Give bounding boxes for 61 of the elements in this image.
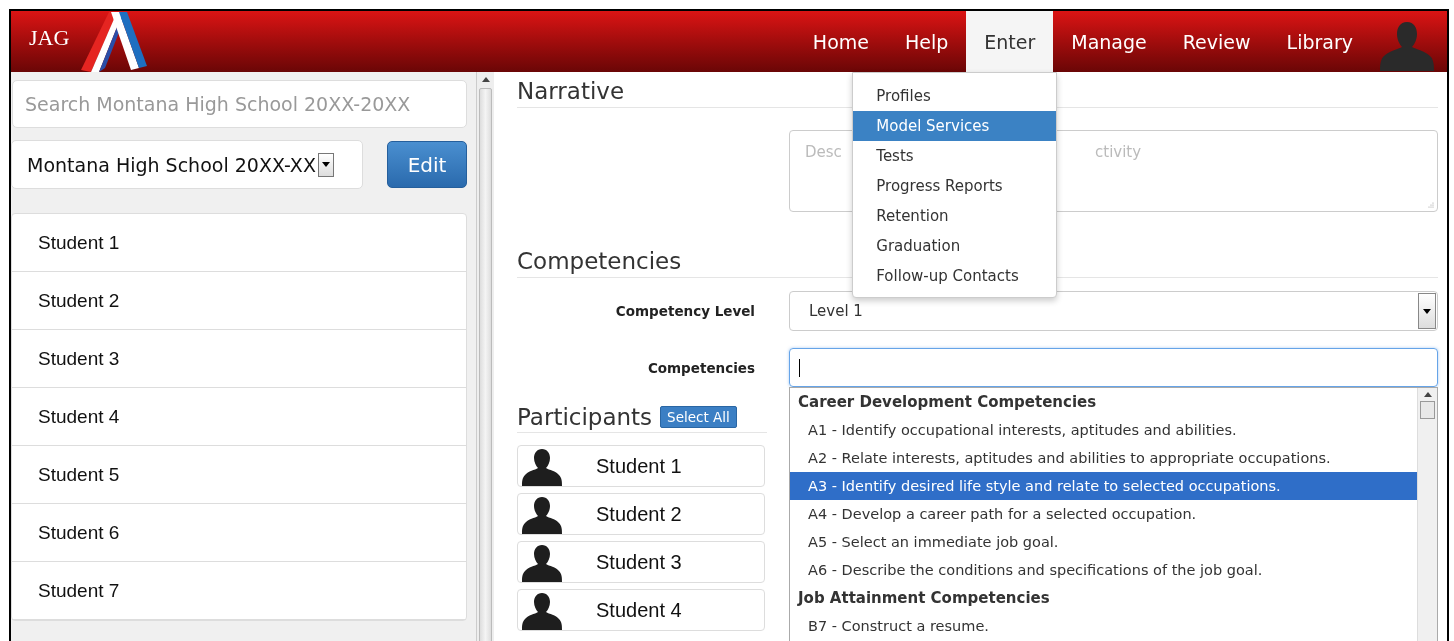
nav-tab[interactable]: Library: [1268, 11, 1371, 72]
person-silhouette-icon: [521, 592, 563, 630]
menu-item[interactable]: Tests: [853, 141, 1057, 171]
scroll-up-arrow-icon[interactable]: [1423, 392, 1432, 397]
participant-card[interactable]: Student 3: [517, 541, 765, 583]
placeholder-text: ctivity: [1095, 143, 1142, 161]
section-heading: Participants: [517, 404, 653, 430]
nav-tab[interactable]: Manage: [1053, 11, 1165, 72]
option-item[interactable]: A5 - Select an immediate job goal.: [790, 528, 1417, 556]
option-item[interactable]: B7 - Construct a resume.: [790, 612, 1417, 640]
search-field[interactable]: Search Montana High School 20XX-20XX: [12, 80, 467, 128]
scroll-thumb[interactable]: [479, 88, 492, 641]
student-list-item[interactable]: Student 1: [12, 214, 466, 272]
participant-name: Student 1: [596, 454, 682, 478]
level-select[interactable]: Level 1: [789, 291, 1438, 331]
option-group-label: Job Attainment Competencies: [796, 588, 1051, 609]
menu-item[interactable]: Model Services: [853, 111, 1057, 141]
menu-item[interactable]: Progress Reports: [853, 171, 1057, 201]
nav-tab[interactable]: Review: [1164, 11, 1269, 72]
text-cursor: [799, 358, 800, 377]
nav-tab[interactable]: Home: [794, 11, 887, 72]
participant-name: Student 2: [596, 502, 682, 526]
competencies-input[interactable]: [789, 348, 1438, 387]
school-select[interactable]: Montana High School 20XX-XX: [11, 140, 363, 189]
select-value: Montana High School 20XX-XX: [27, 153, 316, 176]
field-label: Competency Level: [614, 303, 755, 319]
student-list-item[interactable]: Student 4: [12, 388, 466, 446]
student-list-item[interactable]: Student 6: [12, 504, 466, 562]
person-silhouette-icon: [521, 448, 563, 486]
field-label: Competencies: [646, 359, 755, 376]
placeholder-text: Desc: [805, 143, 842, 161]
person-silhouette-icon: [521, 496, 563, 534]
option-item[interactable]: A4 - Develop a career path for a selected occupation.: [790, 500, 1417, 528]
select-value: Level 1: [809, 302, 863, 320]
participant-card[interactable]: Student 1: [517, 445, 765, 487]
student-list-item[interactable]: Student 5: [12, 446, 466, 504]
nav-tab[interactable]: Help: [886, 11, 967, 72]
participant-card[interactable]: Student 4: [517, 589, 765, 631]
ribbon-logo-icon: [81, 12, 148, 72]
option-item[interactable]: A6 - Describe the conditions and specifications of the job goal.: [790, 556, 1417, 584]
option-group-label: Career Development Competencies: [797, 392, 1098, 413]
student-list-item[interactable]: Student 3: [12, 330, 466, 388]
participant-name: Student 3: [596, 550, 682, 574]
student-list-item[interactable]: Student 7: [12, 562, 466, 620]
menu-item[interactable]: Graduation: [853, 231, 1057, 261]
person-silhouette-icon: [521, 544, 563, 582]
option-item[interactable]: A2 - Relate interests, aptitudes and abilities to appropriate occupations.: [790, 444, 1417, 472]
participant-card[interactable]: Student 2: [517, 493, 765, 535]
option-item[interactable]: A1 - Identify occupational interests, aptitudes and abilities.: [790, 416, 1417, 444]
scroll-up-arrow-icon[interactable]: [481, 77, 490, 82]
edit-button[interactable]: Edit: [387, 141, 467, 188]
option-item[interactable]: A3 - Identify desired life style and relate to selected occupations.: [790, 472, 1417, 500]
menu-item[interactable]: Profiles: [853, 81, 1057, 111]
select-all-button[interactable]: Select All: [660, 406, 737, 428]
scroll-thumb[interactable]: [1420, 401, 1435, 419]
participant-name: Student 4: [596, 598, 682, 622]
user-silhouette-icon[interactable]: [1379, 20, 1435, 72]
nav-tab[interactable]: Enter: [966, 11, 1054, 72]
logo-text: JAG: [29, 24, 70, 51]
menu-item[interactable]: Follow-up Contacts: [853, 261, 1057, 291]
student-list-item[interactable]: Student 2: [12, 272, 466, 330]
